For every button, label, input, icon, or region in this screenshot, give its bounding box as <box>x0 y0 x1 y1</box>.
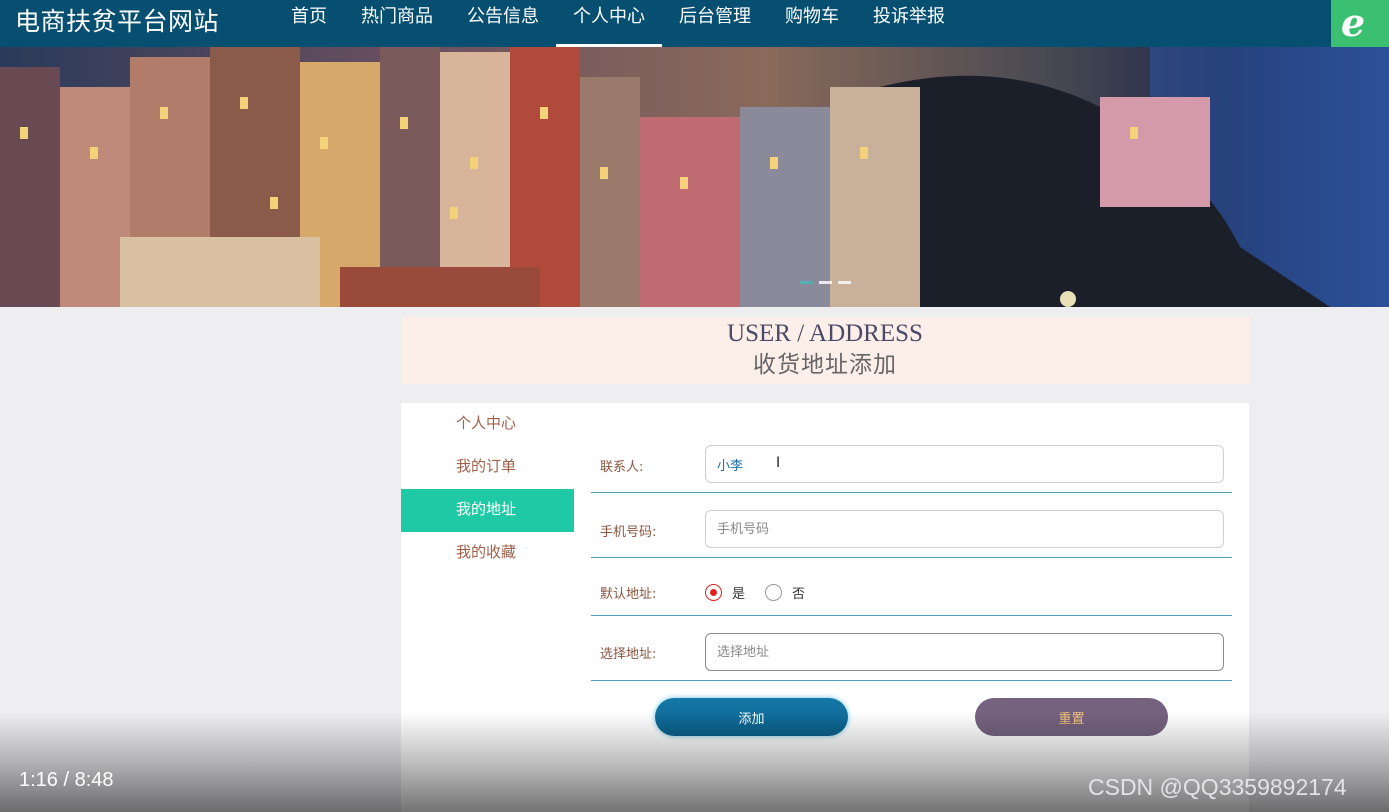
sidebar-item-user-center[interactable]: 个人中心 <box>401 403 574 446</box>
nav-item-announcements[interactable]: 公告信息 <box>450 0 556 47</box>
carousel-dot[interactable] <box>819 281 832 284</box>
form-row-phone: 手机号码: <box>591 493 1232 558</box>
main-nav: 首页 热门商品 公告信息 个人中心 后台管理 购物车 投诉举报 <box>274 0 962 47</box>
nav-item-complaints[interactable]: 投诉举报 <box>856 0 962 47</box>
phone-input[interactable] <box>705 510 1224 548</box>
video-timecode: 1:16 / 8:48 <box>19 769 114 791</box>
address-label: 选择地址: <box>600 647 657 662</box>
phone-label: 手机号码: <box>600 525 657 540</box>
nav-item-home[interactable]: 首页 <box>274 0 344 47</box>
contact-input[interactable] <box>705 445 1224 483</box>
default-address-radio-group: 是 否 <box>705 583 825 602</box>
carousel-dot[interactable] <box>838 281 851 284</box>
sidebar-item-my-address[interactable]: 我的地址 <box>401 489 574 532</box>
nav-item-cart[interactable]: 购物车 <box>768 0 856 47</box>
radio-no-label: 否 <box>792 587 806 602</box>
radio-yes[interactable] <box>705 584 722 601</box>
section-title-en: USER / ADDRESS <box>727 320 923 347</box>
banner-image <box>0 47 1389 307</box>
top-navbar: 电商扶贫平台网站 首页 热门商品 公告信息 个人中心 后台管理 购物车 投诉举报 <box>0 0 1389 47</box>
nav-item-admin[interactable]: 后台管理 <box>662 0 768 47</box>
form-row-contact: 联系人: I <box>591 440 1232 493</box>
sidebar-menu: 个人中心 我的订单 我的地址 我的收藏 <box>401 403 574 575</box>
nav-item-user-center[interactable]: 个人中心 <box>556 0 662 47</box>
add-button[interactable]: 添加 <box>655 698 848 736</box>
section-title-cn: 收货地址添加 <box>753 352 897 378</box>
carousel-indicators <box>800 281 851 284</box>
carousel-dot[interactable] <box>800 281 813 284</box>
address-picker-input[interactable] <box>705 633 1224 671</box>
reset-button[interactable]: 重置 <box>975 698 1168 736</box>
text-cursor-icon: I <box>776 455 781 471</box>
sidebar-item-my-favorites[interactable]: 我的收藏 <box>401 532 574 575</box>
nav-item-hot-products[interactable]: 热门商品 <box>344 0 450 47</box>
form-row-address: 选择地址: <box>591 616 1232 681</box>
default-address-label: 默认地址: <box>600 587 657 602</box>
radio-no[interactable] <box>765 584 783 601</box>
contact-label: 联系人: <box>600 460 644 475</box>
site-title[interactable]: 电商扶贫平台网站 <box>15 2 219 38</box>
radio-yes-label: 是 <box>732 587 746 602</box>
sidebar-item-my-orders[interactable]: 我的订单 <box>401 446 574 489</box>
banner-carousel <box>0 47 1389 307</box>
section-header: USER / ADDRESS 收货地址添加 <box>401 317 1249 384</box>
content-card: 个人中心 我的订单 我的地址 我的收藏 联系人: I 手机号码: 默认地址: 是… <box>401 403 1249 812</box>
watermark: CSDN @QQ3359892174 <box>1088 774 1347 800</box>
form-row-default-address: 默认地址: 是 否 <box>591 558 1232 616</box>
